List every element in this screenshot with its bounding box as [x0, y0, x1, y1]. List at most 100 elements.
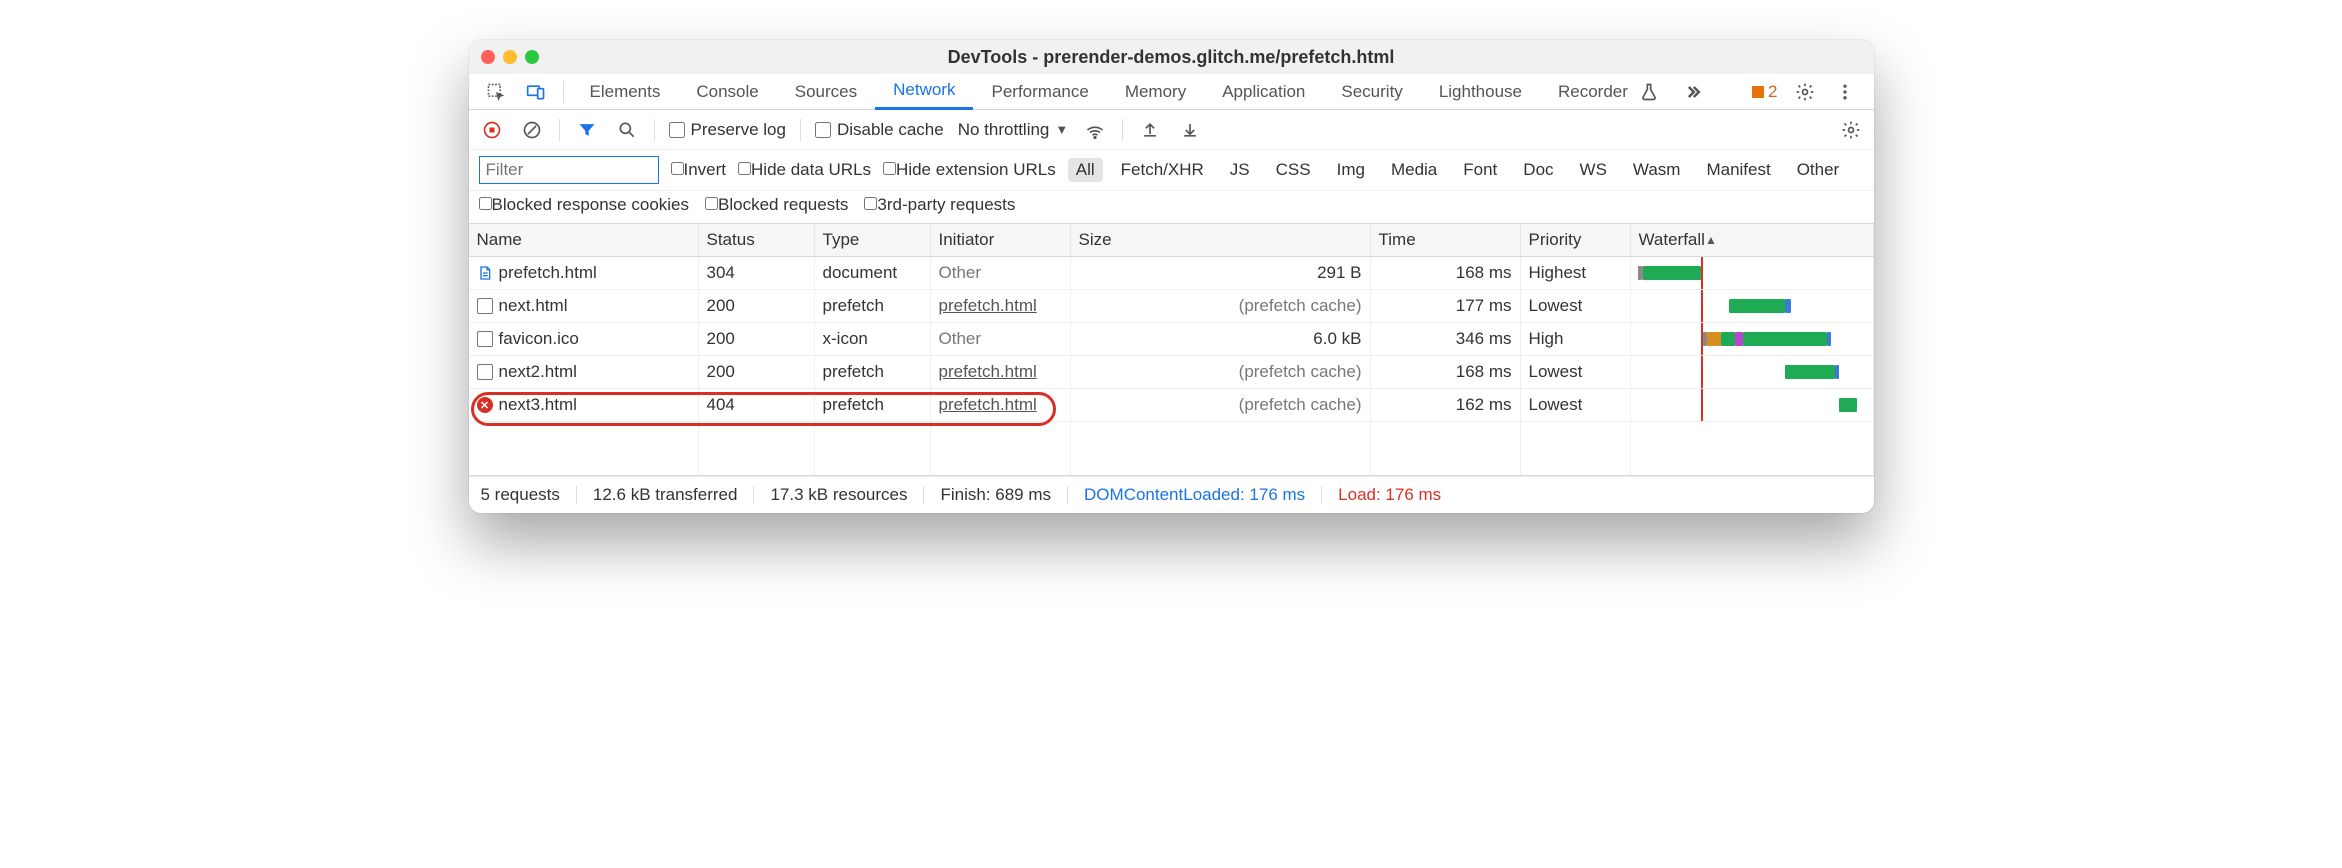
filter-type-ws[interactable]: WS [1572, 158, 1615, 182]
column-header-status[interactable]: Status [699, 224, 815, 257]
import-har-icon[interactable] [1137, 117, 1163, 143]
issues-count: 2 [1768, 82, 1777, 102]
cell-time: 168 ms [1371, 356, 1521, 389]
cell-initiator: prefetch.html [931, 290, 1071, 323]
status-requests: 5 requests [481, 485, 560, 505]
filter-type-manifest[interactable]: Manifest [1698, 158, 1778, 182]
cell-status: 404 [699, 389, 815, 422]
filter-type-other[interactable]: Other [1789, 158, 1848, 182]
network-settings-gear-icon[interactable] [1838, 117, 1864, 143]
cell-waterfall [1631, 389, 1874, 422]
status-domcontentloaded: DOMContentLoaded: 176 ms [1084, 485, 1305, 505]
column-header-name[interactable]: Name [469, 224, 699, 257]
cell-time: 162 ms [1371, 389, 1521, 422]
more-tabs-button[interactable] [1680, 79, 1706, 105]
tab-lighthouse[interactable]: Lighthouse [1421, 74, 1540, 110]
cell-status: 200 [699, 323, 815, 356]
filter-type-all[interactable]: All [1068, 158, 1103, 182]
filter-type-media[interactable]: Media [1383, 158, 1445, 182]
preserve-log-checkbox[interactable]: Preserve log [669, 120, 786, 140]
request-name: favicon.ico [499, 329, 579, 349]
invert-checkbox[interactable]: Invert [671, 160, 727, 180]
search-icon[interactable] [614, 117, 640, 143]
filter-type-img[interactable]: Img [1329, 158, 1373, 182]
column-header-initiator[interactable]: Initiator [931, 224, 1071, 257]
cell-priority: Highest [1521, 257, 1631, 290]
cell-priority: Lowest [1521, 356, 1631, 389]
throttling-select[interactable]: No throttling ▼ [958, 120, 1069, 140]
initiator-link[interactable]: prefetch.html [939, 395, 1037, 415]
request-name: prefetch.html [499, 263, 597, 283]
tab-elements[interactable]: Elements [572, 74, 679, 110]
status-bar: 5 requests 12.6 kB transferred 17.3 kB r… [469, 476, 1874, 513]
inspect-element-icon[interactable] [483, 79, 509, 105]
column-header-priority[interactable]: Priority [1521, 224, 1631, 257]
filter-type-wasm[interactable]: Wasm [1625, 158, 1689, 182]
filter-toolbar-2: Blocked response cookies Blocked request… [469, 191, 1874, 224]
devtools-window: DevTools - prerender-demos.glitch.me/pre… [469, 40, 1874, 513]
tab-sources[interactable]: Sources [777, 74, 875, 110]
filter-toolbar: Invert Hide data URLs Hide extension URL… [469, 150, 1874, 191]
minimize-window-button[interactable] [503, 50, 517, 64]
cell-waterfall [1631, 257, 1874, 290]
filter-input[interactable] [479, 156, 659, 184]
window-title: DevTools - prerender-demos.glitch.me/pre… [469, 47, 1874, 68]
tab-network[interactable]: Network [875, 74, 973, 110]
initiator-link[interactable]: prefetch.html [939, 296, 1037, 316]
cell-type: prefetch [815, 356, 931, 389]
cell-priority: High [1521, 323, 1631, 356]
cell-name[interactable]: next2.html [469, 356, 699, 389]
device-toolbar-icon[interactable] [523, 79, 549, 105]
issues-badge[interactable]: 2 [1752, 82, 1777, 102]
settings-gear-icon[interactable] [1792, 79, 1818, 105]
filter-type-font[interactable]: Font [1455, 158, 1505, 182]
network-conditions-icon[interactable] [1082, 117, 1108, 143]
third-party-checkbox[interactable]: 3rd-party requests [864, 195, 1015, 215]
tab-application[interactable]: Application [1204, 74, 1323, 110]
export-har-icon[interactable] [1177, 117, 1203, 143]
filter-toggle-icon[interactable] [574, 117, 600, 143]
close-window-button[interactable] [481, 50, 495, 64]
filter-type-doc[interactable]: Doc [1515, 158, 1561, 182]
cell-type: prefetch [815, 389, 931, 422]
filter-type-fetchxhr[interactable]: Fetch/XHR [1113, 158, 1212, 182]
clear-button[interactable] [519, 117, 545, 143]
column-header-waterfall[interactable]: Waterfall▲ [1631, 224, 1874, 257]
zoom-window-button[interactable] [525, 50, 539, 64]
cell-size: (prefetch cache) [1071, 356, 1371, 389]
blocked-cookies-checkbox[interactable]: Blocked response cookies [479, 195, 690, 215]
status-resources: 17.3 kB resources [770, 485, 907, 505]
cell-priority: Lowest [1521, 389, 1631, 422]
tab-security[interactable]: Security [1323, 74, 1420, 110]
tab-performance[interactable]: Performance [973, 74, 1106, 110]
cell-name[interactable]: ✕next3.html [469, 389, 699, 422]
blocked-requests-checkbox[interactable]: Blocked requests [705, 195, 848, 215]
cell-time: 346 ms [1371, 323, 1521, 356]
filter-type-css[interactable]: CSS [1268, 158, 1319, 182]
empty-rows [469, 422, 1874, 476]
tab-memory[interactable]: Memory [1107, 74, 1204, 110]
column-header-time[interactable]: Time [1371, 224, 1521, 257]
cell-type: x-icon [815, 323, 931, 356]
cell-waterfall [1631, 290, 1874, 323]
column-header-size[interactable]: Size [1071, 224, 1371, 257]
hide-extension-urls-checkbox[interactable]: Hide extension URLs [883, 160, 1056, 180]
panel-tabstrip: ElementsConsoleSourcesNetworkPerformance… [469, 74, 1874, 110]
column-header-type[interactable]: Type [815, 224, 931, 257]
hide-data-urls-checkbox[interactable]: Hide data URLs [738, 160, 871, 180]
network-toolbar: Preserve log Disable cache No throttling… [469, 110, 1874, 150]
cell-name[interactable]: prefetch.html [469, 257, 699, 290]
record-button[interactable] [479, 117, 505, 143]
cell-size: 291 B [1071, 257, 1371, 290]
filter-type-js[interactable]: JS [1222, 158, 1258, 182]
tab-console[interactable]: Console [678, 74, 776, 110]
cell-name[interactable]: next.html [469, 290, 699, 323]
chevron-down-icon: ▼ [1055, 122, 1068, 137]
kebab-menu-icon[interactable] [1832, 79, 1858, 105]
network-table: NameStatusTypeInitiatorSizeTimePriorityW… [469, 224, 1874, 422]
cell-name[interactable]: favicon.ico [469, 323, 699, 356]
disable-cache-checkbox[interactable]: Disable cache [815, 120, 944, 140]
tab-recorder[interactable]: Recorder [1540, 74, 1646, 110]
initiator-link[interactable]: prefetch.html [939, 362, 1037, 382]
cell-waterfall [1631, 356, 1874, 389]
